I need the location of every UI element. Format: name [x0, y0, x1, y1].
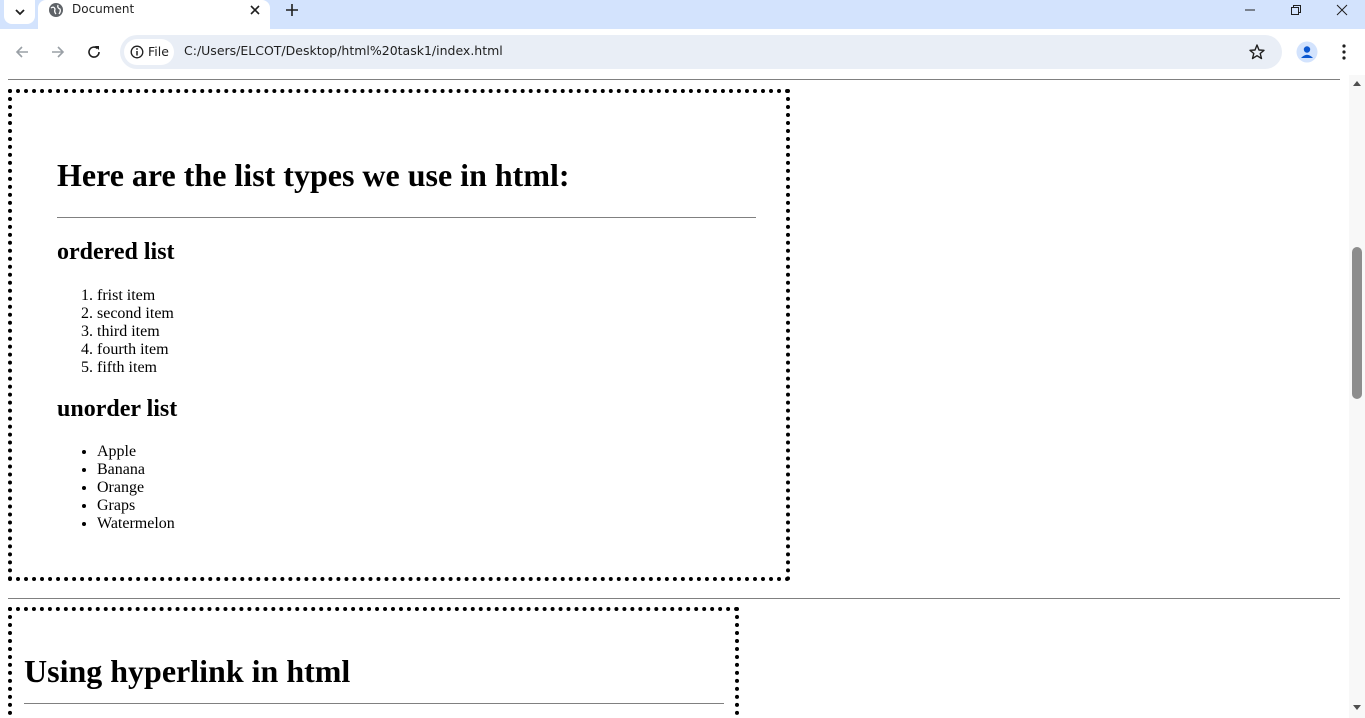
- profile-icon[interactable]: [1296, 41, 1318, 63]
- scroll-down-arrow-icon[interactable]: [1353, 705, 1361, 711]
- horizontal-rule: [57, 217, 756, 218]
- site-chip-label: File: [148, 44, 169, 59]
- ordered-list: frist item second item third item fourth…: [57, 287, 174, 377]
- hyperlink-heading: Using hyperlink in html: [24, 653, 351, 689]
- list-item: second item: [97, 305, 174, 323]
- back-icon: [15, 46, 28, 58]
- ordered-list-heading: ordered list: [57, 239, 175, 265]
- forward-icon: [52, 46, 65, 58]
- address-bar[interactable]: File C:/Users/ELCOT/Desktop/html%20task1…: [120, 35, 1282, 69]
- horizontal-rule: [8, 79, 1340, 80]
- page-viewport: Here are the list types we use in html: …: [0, 75, 1349, 718]
- reload-icon: [88, 46, 100, 58]
- unordered-list: Apple Banana Orange Graps Watermelon: [57, 443, 175, 533]
- minimize-button[interactable]: [1227, 0, 1273, 20]
- list-item: Orange: [97, 479, 175, 497]
- unordered-list-heading: unorder list: [57, 396, 178, 422]
- url-text[interactable]: C:/Users/ELCOT/Desktop/html%20task1/inde…: [184, 43, 503, 58]
- lists-section: Here are the list types we use in html: …: [8, 89, 790, 581]
- window-close-button[interactable]: [1319, 0, 1365, 20]
- browser-toolbar: File C:/Users/ELCOT/Desktop/html%20task1…: [0, 29, 1365, 75]
- tab-strip: Document: [0, 0, 1365, 29]
- reload-button[interactable]: [83, 41, 105, 63]
- close-icon: [1336, 4, 1348, 16]
- star-icon[interactable]: [1248, 43, 1266, 61]
- list-item: Graps: [97, 497, 175, 515]
- info-icon: [130, 45, 144, 59]
- scroll-up-arrow-icon[interactable]: [1353, 80, 1361, 86]
- globe-icon: [49, 3, 63, 17]
- list-item: third item: [97, 323, 174, 341]
- minimize-icon: [1245, 9, 1255, 11]
- tab-search-button[interactable]: [4, 0, 35, 24]
- hyperlink-section: Using hyperlink in html: [8, 607, 739, 718]
- list-item: Watermelon: [97, 515, 175, 533]
- scrollbar-thumb[interactable]: [1352, 247, 1362, 399]
- horizontal-rule: [8, 598, 1340, 599]
- back-button[interactable]: [11, 41, 33, 63]
- list-item: fourth item: [97, 341, 174, 359]
- forward-button[interactable]: [47, 41, 69, 63]
- restore-icon: [1291, 5, 1301, 15]
- active-tab[interactable]: Document: [38, 0, 270, 29]
- list-item: Apple: [97, 443, 175, 461]
- plus-icon[interactable]: [283, 1, 301, 19]
- chevron-down-icon: [14, 9, 25, 16]
- list-item: fifth item: [97, 359, 174, 377]
- lists-heading: Here are the list types we use in html:: [57, 157, 570, 193]
- vertical-scrollbar[interactable]: [1349, 75, 1365, 718]
- close-icon[interactable]: [248, 3, 262, 17]
- horizontal-rule: [24, 703, 724, 704]
- list-item: Banana: [97, 461, 175, 479]
- list-item: frist item: [97, 287, 174, 305]
- restore-button[interactable]: [1273, 0, 1319, 20]
- tab-title: Document: [72, 2, 135, 16]
- kebab-menu-icon[interactable]: [1336, 42, 1352, 62]
- site-info-chip[interactable]: File: [124, 39, 174, 65]
